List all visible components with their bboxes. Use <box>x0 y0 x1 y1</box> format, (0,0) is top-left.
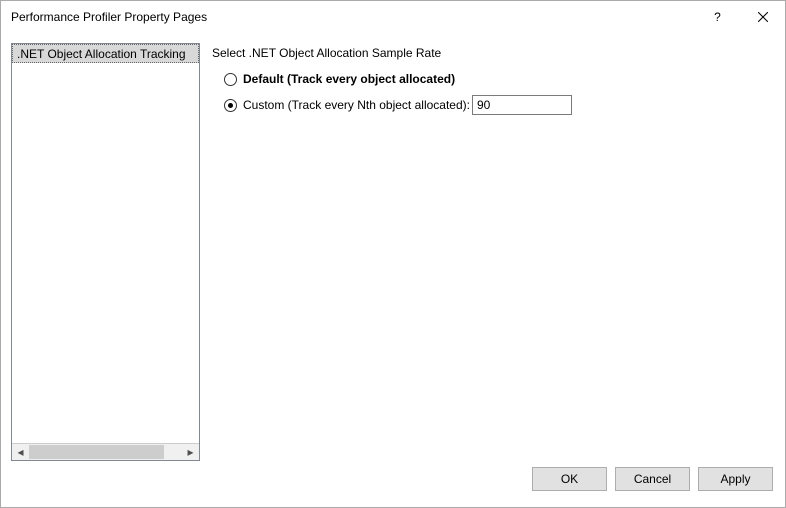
scroll-track[interactable] <box>29 444 182 461</box>
chevron-left-icon: ◂ <box>17 445 23 459</box>
sidebar-item-allocation-tracking[interactable]: .NET Object Allocation Tracking <box>12 44 199 63</box>
scroll-right-arrow[interactable]: ▸ <box>182 444 199 461</box>
chevron-right-icon: ▸ <box>187 445 193 459</box>
close-icon <box>758 12 768 22</box>
sidebar: .NET Object Allocation Tracking ◂ ▸ <box>11 43 200 461</box>
radio-default-label: Default (Track every object allocated) <box>243 72 455 86</box>
cancel-button-label: Cancel <box>634 472 671 486</box>
close-button[interactable] <box>740 1 785 33</box>
main-panel: Select .NET Object Allocation Sample Rat… <box>212 43 775 461</box>
content-area: .NET Object Allocation Tracking ◂ ▸ Sele… <box>1 33 785 461</box>
horizontal-scrollbar[interactable]: ◂ ▸ <box>12 443 199 460</box>
apply-button-label: Apply <box>720 472 750 486</box>
ok-button[interactable]: OK <box>532 467 607 491</box>
ok-button-label: OK <box>561 472 578 486</box>
section-heading: Select .NET Object Allocation Sample Rat… <box>212 46 775 60</box>
titlebar: Performance Profiler Property Pages ? <box>1 1 785 33</box>
help-button[interactable]: ? <box>695 1 740 33</box>
help-icon: ? <box>714 10 721 24</box>
cancel-button[interactable]: Cancel <box>615 467 690 491</box>
scroll-left-arrow[interactable]: ◂ <box>12 444 29 461</box>
sidebar-item-label: .NET Object Allocation Tracking <box>17 47 186 61</box>
footer: OK Cancel Apply <box>1 461 785 507</box>
radio-default[interactable] <box>224 73 237 86</box>
option-custom[interactable]: Custom (Track every Nth object allocated… <box>212 96 775 114</box>
radio-custom-label: Custom (Track every Nth object allocated… <box>243 98 470 112</box>
custom-value-input[interactable] <box>472 95 572 115</box>
apply-button[interactable]: Apply <box>698 467 773 491</box>
scroll-thumb[interactable] <box>29 445 164 459</box>
titlebar-buttons: ? <box>695 1 785 33</box>
window-title: Performance Profiler Property Pages <box>11 10 695 24</box>
sidebar-list: .NET Object Allocation Tracking <box>12 44 199 443</box>
option-default[interactable]: Default (Track every object allocated) <box>212 70 775 88</box>
radio-custom[interactable] <box>224 99 237 112</box>
